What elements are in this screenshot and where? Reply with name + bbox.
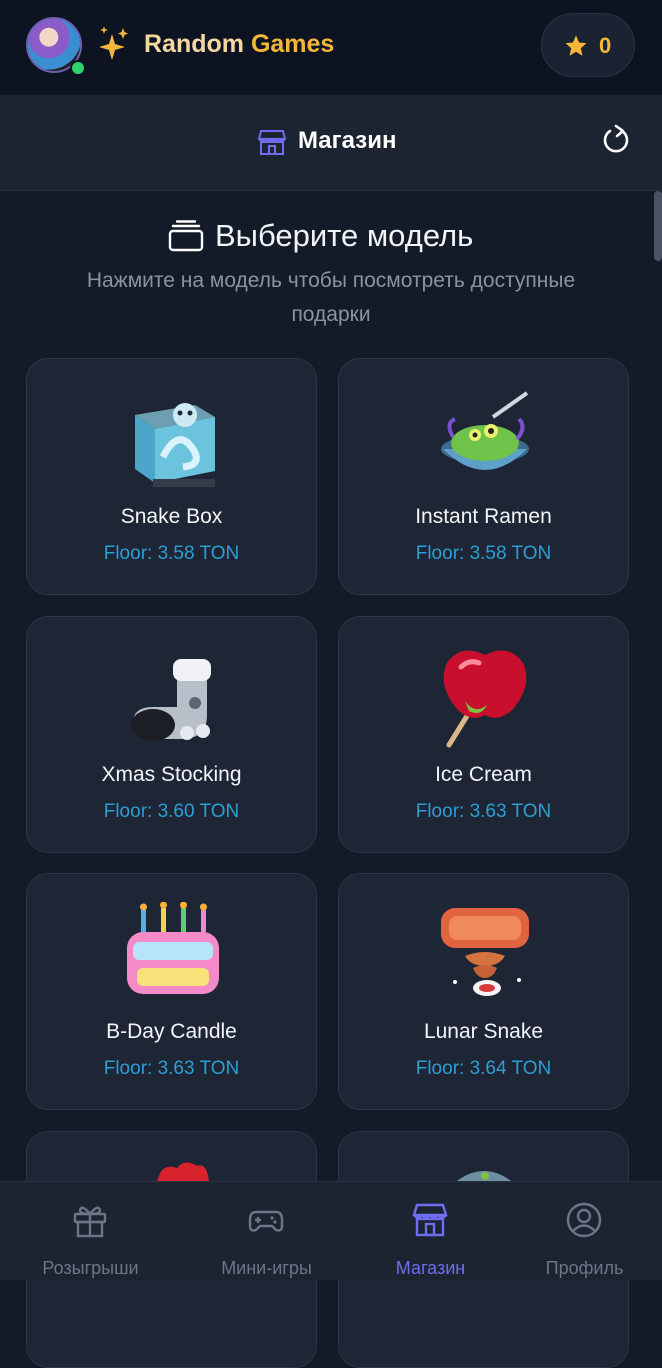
app-title-word1: Random — [144, 30, 244, 58]
gift-name: B-Day Candle — [106, 1020, 237, 1043]
instant-ramen-icon — [441, 391, 529, 470]
page-title: Магазин — [298, 127, 397, 154]
gift-name: Snake Box — [120, 505, 223, 528]
nav-label: Розыгрыши — [42, 1258, 139, 1278]
gift-name: Xmas Stocking — [101, 763, 242, 786]
scrollbar[interactable] — [654, 191, 662, 261]
xmas-stocking-icon — [131, 659, 211, 741]
nav-label: Магазин — [395, 1258, 466, 1278]
bottom-navigation: Розыгрыши Мини-игры Магазин Профиль — [0, 1181, 662, 1280]
app-title: Random Games — [144, 30, 334, 59]
gift-name: Lunar Snake — [423, 1020, 544, 1043]
gift-name: Instant Ramen — [415, 505, 552, 528]
store-icon — [412, 1203, 448, 1237]
online-status-dot — [70, 60, 86, 76]
gift-card-ice-cream[interactable]: Ice Cream Floor: 3.63 TON — [338, 616, 629, 853]
star-icon — [565, 35, 587, 56]
app-title-word2: Games — [250, 30, 335, 58]
store-icon — [258, 130, 286, 155]
nav-item-minigames[interactable]: Мини-игры — [184, 1182, 349, 1281]
gift-floor-price: Floor: 3.58 TON — [415, 543, 552, 564]
shop-header: Магазин — [0, 95, 662, 191]
nav-label: Мини-игры — [221, 1258, 312, 1278]
snake-box-icon — [135, 403, 215, 487]
nav-item-shop[interactable]: Магазин — [348, 1182, 513, 1281]
gift-floor-price: Floor: 3.63 TON — [415, 801, 552, 822]
gift-icon — [73, 1206, 107, 1238]
gift-floor-price: Floor: 3.60 TON — [103, 801, 240, 822]
refresh-icon[interactable] — [600, 123, 632, 157]
birthday-cake-icon — [127, 902, 219, 994]
sparkle-icon — [99, 26, 128, 60]
stack-icon — [168, 220, 204, 252]
nav-item-giveaways[interactable]: Розыгрыши — [8, 1182, 173, 1281]
gift-card-xmas-stocking[interactable]: Xmas Stocking Floor: 3.60 TON — [26, 616, 317, 853]
section-subtitle: Нажмите на модель чтобы посмотреть досту… — [86, 269, 576, 326]
gift-floor-price: Floor: 3.63 TON — [103, 1058, 240, 1079]
gift-partial-icon — [157, 1162, 209, 1182]
gift-card-instant-ramen[interactable]: Instant Ramen Floor: 3.58 TON — [338, 358, 629, 595]
section-title: Выберите модель — [215, 218, 474, 253]
gift-floor-price: Floor: 3.64 TON — [415, 1058, 552, 1079]
gift-name: Ice Cream — [435, 763, 532, 786]
gift-card-snake-box[interactable]: Snake Box Floor: 3.58 TON — [26, 358, 317, 595]
stars-balance-button[interactable]: 0 — [541, 13, 635, 77]
nav-label: Профиль — [545, 1258, 624, 1278]
candy-apple-icon — [443, 650, 527, 748]
lunar-snake-icon — [441, 908, 529, 996]
stars-count: 0 — [599, 33, 612, 58]
gift-card-lunar-snake[interactable]: Lunar Snake Floor: 3.64 TON — [338, 873, 629, 1110]
profile-icon — [566, 1202, 602, 1238]
nav-item-profile[interactable]: Профиль — [502, 1182, 662, 1281]
gift-floor-price: Floor: 3.58 TON — [103, 543, 240, 564]
gift-card-b-day-candle[interactable]: B-Day Candle Floor: 3.63 TON — [26, 873, 317, 1110]
top-bar: Random Games 0 — [0, 0, 662, 95]
gamepad-icon — [248, 1210, 284, 1232]
